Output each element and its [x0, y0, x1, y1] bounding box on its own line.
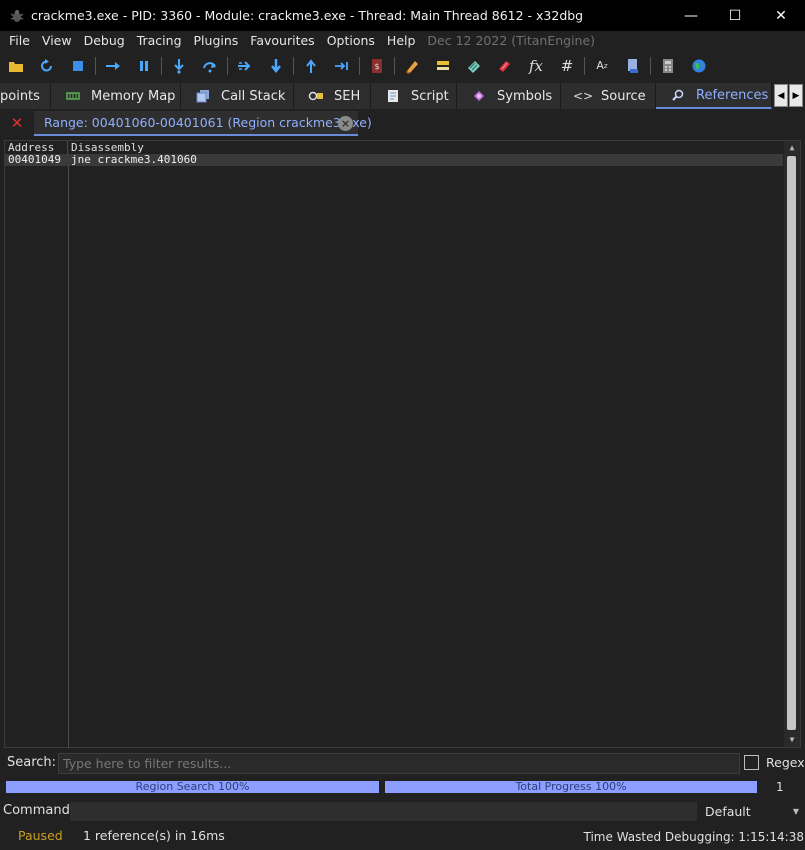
- globe-icon[interactable]: [688, 55, 710, 77]
- tab-scroll-left-button[interactable]: ◀: [774, 84, 788, 107]
- pause-icon[interactable]: [133, 55, 155, 77]
- total-progress: Total Progress 100%: [385, 780, 757, 793]
- command-mode-value: Default: [705, 804, 751, 819]
- menu-tracing[interactable]: Tracing: [131, 31, 188, 51]
- bug-icon: [9, 8, 25, 24]
- symbols-icon: [471, 89, 487, 103]
- tab-bar: points Memory Map Call Stack SEH Script …: [0, 83, 805, 109]
- toolbar: $ fx # Az: [0, 51, 805, 80]
- menu-view[interactable]: View: [36, 31, 78, 51]
- step-over-icon[interactable]: [199, 55, 221, 77]
- command-label: Command:: [3, 803, 75, 818]
- strings-icon[interactable]: Az: [591, 55, 613, 77]
- menu-bar: File View Debug Tracing Plugins Favourit…: [0, 31, 805, 51]
- stop-icon[interactable]: [67, 55, 89, 77]
- row-address: 00401049: [8, 153, 61, 166]
- open-folder-icon[interactable]: [5, 55, 27, 77]
- search-label: Search:: [7, 755, 57, 770]
- total-progress-label: Total Progress 100%: [515, 780, 627, 793]
- bookmarks-icon[interactable]: [494, 55, 516, 77]
- memory-chip-icon: [65, 91, 81, 101]
- search-icon: [670, 89, 686, 101]
- region-search-progress: Region Search 100%: [6, 780, 379, 793]
- menu-help[interactable]: Help: [381, 31, 422, 51]
- execute-till-return-icon[interactable]: [300, 55, 322, 77]
- trace-over-icon[interactable]: [265, 55, 287, 77]
- command-input[interactable]: [70, 802, 697, 821]
- row-disassembly: jne crackme3.401060: [71, 153, 197, 166]
- reference-count: 1: [776, 780, 784, 794]
- menu-file[interactable]: File: [3, 31, 36, 51]
- search-input[interactable]: [58, 753, 740, 774]
- region-search-label: Region Search 100%: [135, 780, 250, 793]
- functions-icon[interactable]: fx: [525, 55, 547, 77]
- debug-state: Paused: [18, 828, 63, 843]
- close-all-tabs-icon[interactable]: ✕: [10, 116, 24, 131]
- tab-script[interactable]: Script: [371, 83, 457, 109]
- patch-icon[interactable]: [401, 55, 423, 77]
- tab-scroll-right-button[interactable]: ▶: [789, 84, 803, 107]
- tab-source[interactable]: <> Source: [561, 83, 656, 109]
- run-icon[interactable]: [102, 55, 124, 77]
- code-brackets-icon: <>: [572, 89, 594, 103]
- script-doc-icon: [385, 89, 401, 103]
- stack-icon: [195, 89, 211, 103]
- regex-label: Regex: [766, 755, 805, 770]
- calls-icon[interactable]: [622, 55, 644, 77]
- menu-options[interactable]: Options: [321, 31, 381, 51]
- scrollbar-thumb[interactable]: [787, 156, 796, 730]
- svg-text:$: $: [374, 62, 379, 71]
- tab-references[interactable]: References: [656, 83, 772, 109]
- restart-icon[interactable]: [36, 55, 58, 77]
- tab-breakpoints[interactable]: points: [0, 83, 51, 109]
- table-row[interactable]: 00401049 jne crackme3.401060: [5, 154, 783, 166]
- script-icon[interactable]: $: [366, 55, 388, 77]
- menu-plugins[interactable]: Plugins: [188, 31, 245, 51]
- chevron-down-icon: ▼: [792, 807, 799, 816]
- build-date: Dec 12 2022 (TitanEngine): [427, 33, 596, 48]
- tab-call-stack[interactable]: Call Stack: [181, 83, 294, 109]
- maximize-button[interactable]: ☐: [712, 0, 758, 31]
- tab-seh[interactable]: SEH: [294, 83, 371, 109]
- hash-icon[interactable]: #: [556, 55, 578, 77]
- window-title: crackme3.exe - PID: 3360 - Module: crack…: [31, 8, 584, 23]
- calculator-icon[interactable]: [657, 55, 679, 77]
- scroll-down-icon[interactable]: ▼: [784, 733, 800, 747]
- tab-symbols[interactable]: Symbols: [457, 83, 561, 109]
- menu-debug[interactable]: Debug: [78, 31, 131, 51]
- run-to-user-code-icon[interactable]: [331, 55, 353, 77]
- minimize-button[interactable]: —: [668, 0, 714, 31]
- status-message: 1 reference(s) in 16ms: [83, 828, 225, 843]
- references-range-tab[interactable]: Range: 00401060-00401061 (Region crackme…: [34, 111, 372, 136]
- close-tab-icon[interactable]: ×: [338, 116, 353, 131]
- vertical-scrollbar[interactable]: ▲ ▼: [784, 141, 800, 747]
- close-window-button[interactable]: ✕: [758, 0, 804, 31]
- command-mode-select[interactable]: Default ▼: [702, 802, 802, 821]
- references-table[interactable]: Address Disassembly 00401049 jne crackme…: [4, 140, 801, 748]
- regex-checkbox[interactable]: [744, 755, 759, 770]
- time-wasted: Time Wasted Debugging: 1:15:14:38: [583, 830, 804, 844]
- labels-icon[interactable]: [463, 55, 485, 77]
- trace-into-icon[interactable]: [234, 55, 256, 77]
- step-into-icon[interactable]: [168, 55, 190, 77]
- scroll-up-icon[interactable]: ▲: [784, 141, 800, 155]
- comments-icon[interactable]: [432, 55, 454, 77]
- menu-favourites[interactable]: Favourites: [244, 31, 320, 51]
- tab-memory-map[interactable]: Memory Map: [51, 83, 181, 109]
- seh-chain-icon: [308, 90, 324, 102]
